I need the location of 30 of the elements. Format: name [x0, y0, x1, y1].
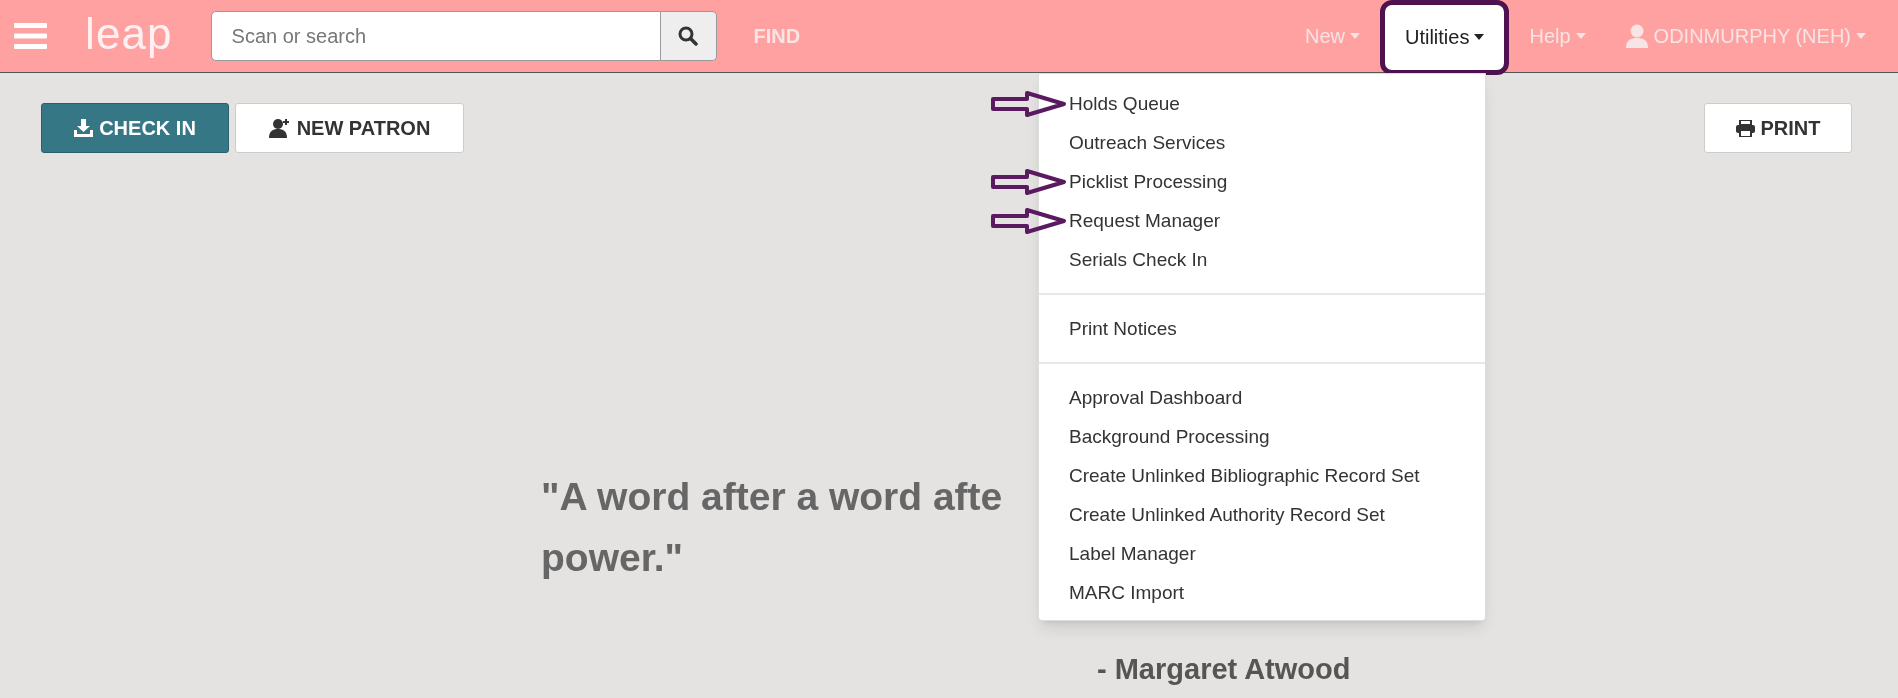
- user-icon: [1625, 24, 1648, 48]
- menu-item[interactable]: Picklist Processing: [1039, 162, 1485, 201]
- caret-icon: [1474, 34, 1485, 40]
- menu-item[interactable]: Label Manager: [1039, 534, 1485, 573]
- caret-icon: [1856, 33, 1866, 39]
- quote-text: power.": [541, 535, 684, 581]
- menu-item[interactable]: Serials Check In: [1039, 240, 1485, 279]
- menu-item[interactable]: Request Manager: [1039, 201, 1485, 240]
- menu-item[interactable]: Create Unlinked Authority Record Set: [1039, 495, 1485, 534]
- quote-author: - Margaret Atwood: [1097, 652, 1351, 687]
- menu-item[interactable]: Outreach Services: [1039, 123, 1485, 162]
- download-icon: [74, 119, 94, 137]
- search-icon: [678, 26, 699, 46]
- menu-item[interactable]: Print Notices: [1039, 309, 1485, 348]
- menu-item[interactable]: Holds Queue: [1039, 84, 1485, 123]
- caret-icon: [1350, 33, 1360, 39]
- quote-text: "A word after a word afte: [541, 474, 1003, 520]
- caret-icon: [1575, 33, 1586, 39]
- printer-icon: [1735, 119, 1755, 137]
- add-user-icon: [268, 118, 291, 138]
- menu-item[interactable]: Create Unlinked Bibliographic Record Set: [1039, 456, 1485, 495]
- new-patron-button[interactable]: NEW PATRON: [235, 103, 464, 153]
- menu-item[interactable]: Background Processing: [1039, 417, 1485, 456]
- nav-menu[interactable]: Utilities: [1380, 0, 1510, 75]
- menu-item[interactable]: MARC Import: [1039, 573, 1485, 612]
- search-field[interactable]: Scan or search: [210, 11, 661, 61]
- menu-item[interactable]: Approval Dashboard: [1039, 378, 1485, 417]
- print-button[interactable]: PRINT: [1704, 103, 1852, 153]
- check-in-button[interactable]: CHECK IN: [41, 103, 229, 153]
- search-button[interactable]: [660, 11, 717, 61]
